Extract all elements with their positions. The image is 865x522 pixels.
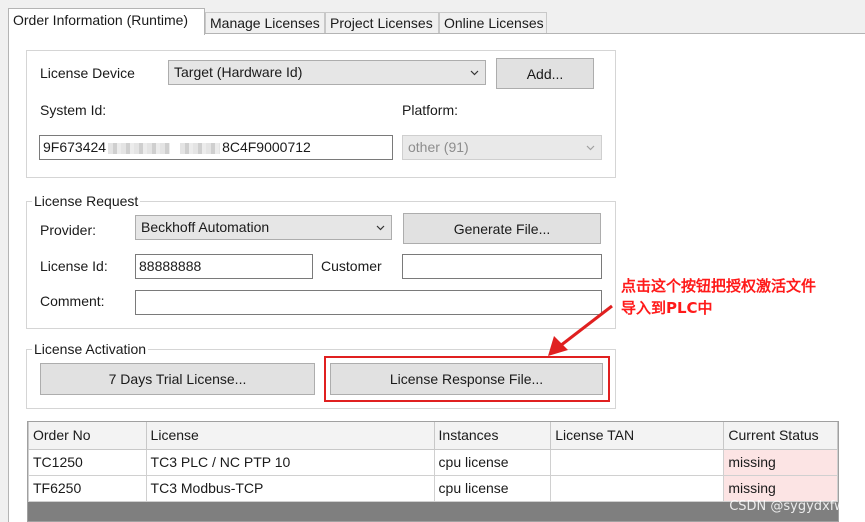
generate-file-button[interactable]: Generate File... [403,213,601,244]
cell-license: TC3 PLC / NC PTP 10 [145,448,435,476]
license-device-label: License Device [40,65,135,81]
add-button[interactable]: Add... [496,58,594,89]
table-header-row: Order No License Instances License TAN C… [28,422,838,450]
column-header-instances[interactable]: Instances [433,422,552,450]
system-id-prefix: 9F673424 [43,139,107,155]
chevron-down-icon [376,223,385,232]
system-id-suffix: 8C4F9000712 [222,139,311,155]
platform-value: other (91) [408,139,469,155]
platform-select: other (91) [402,135,602,160]
redacted-block [108,142,171,154]
cell-current-status: missing [723,474,838,502]
trial-license-button[interactable]: 7 Days Trial License... [40,363,315,395]
platform-label: Platform: [402,102,459,118]
license-id-label: License Id: [40,258,108,274]
chevron-down-icon [470,68,479,77]
provider-label: Provider: [40,222,97,238]
cell-order-no: TF6250 [28,474,147,502]
cell-license-tan [550,474,725,502]
comment-field[interactable] [135,290,602,315]
cell-instances: cpu license [433,474,552,502]
cell-license-tan [550,448,725,476]
annotation-line-2: 导入到PLC中 [621,299,713,317]
column-header-license[interactable]: License [145,422,435,450]
annotation-line-1: 点击这个按钮把授权激活文件 [621,277,817,295]
license-device-select[interactable]: Target (Hardware Id) [168,60,486,85]
licenses-table: Order No License Instances License TAN C… [27,421,839,522]
tab-order-information[interactable]: Order Information (Runtime) [8,8,205,35]
table-row[interactable]: TC1250 TC3 PLC / NC PTP 10 cpu license m… [28,448,838,476]
system-id-field[interactable]: 9F673424 8C4F9000712 [39,135,393,160]
license-request-legend: License Request [32,193,141,209]
cell-current-status: missing [723,448,838,476]
tab-online-licenses[interactable]: Online Licenses [439,12,547,34]
system-id-label: System Id: [40,102,107,118]
tab-project-licenses[interactable]: Project Licenses [325,12,439,34]
comment-label: Comment: [40,293,105,309]
license-id-field[interactable]: 88888888 [135,254,313,279]
license-device-value: Target (Hardware Id) [174,64,303,80]
customer-field[interactable] [402,254,602,279]
cell-license: TC3 Modbus-TCP [145,474,435,502]
chevron-down-icon [586,143,595,152]
cell-order-no: TC1250 [28,448,147,476]
column-header-license-tan[interactable]: License TAN [550,422,725,450]
highlight-box [324,356,610,402]
customer-label: Customer [321,258,382,274]
watermark: CSDN @sygydxfwd [729,499,853,514]
column-header-order-no[interactable]: Order No [28,422,147,450]
redacted-block [180,142,221,154]
annotation-arrow-icon [548,304,613,356]
cell-instances: cpu license [433,448,552,476]
table-row[interactable]: TF6250 TC3 Modbus-TCP cpu license missin… [28,474,838,502]
provider-select[interactable]: Beckhoff Automation [135,215,392,240]
tab-manage-licenses[interactable]: Manage Licenses [205,12,325,34]
license-activation-legend: License Activation [32,341,149,357]
column-header-current-status[interactable]: Current Status [723,422,838,450]
provider-value: Beckhoff Automation [141,219,270,235]
